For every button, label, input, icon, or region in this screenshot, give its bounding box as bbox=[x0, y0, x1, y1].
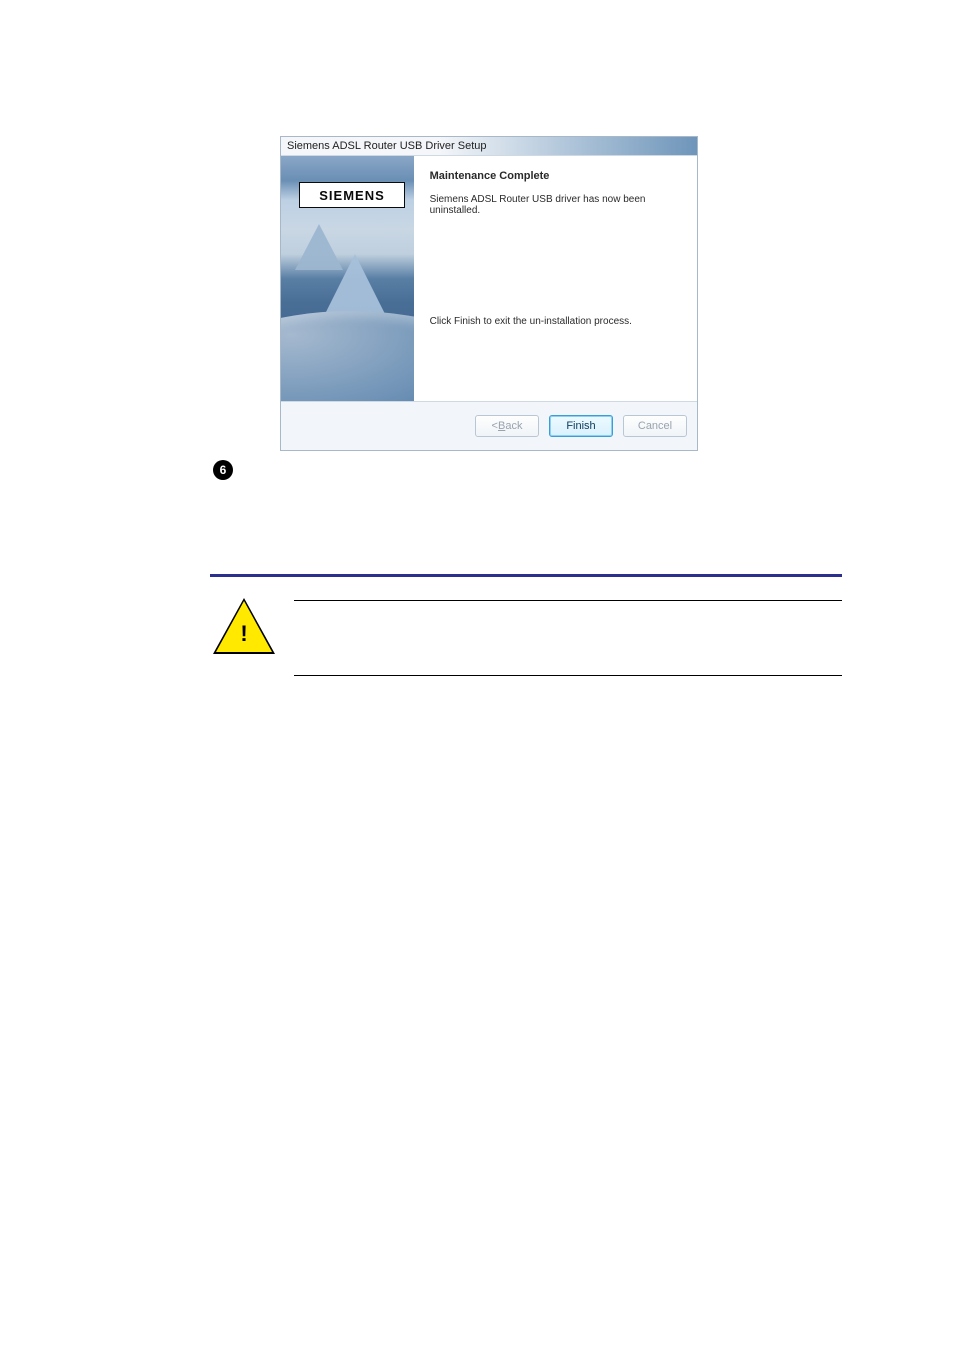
back-button-mnemonic: B bbox=[498, 420, 505, 432]
dialog-body: SIEMENS Maintenance Complete Siemens ADS… bbox=[281, 155, 697, 401]
wizard-heading: Maintenance Complete bbox=[430, 170, 681, 182]
wizard-text-line: Click Finish to exit the un-installation… bbox=[430, 316, 681, 327]
warning-exclamation: ! bbox=[213, 621, 275, 647]
back-button-suffix: ack bbox=[505, 420, 522, 432]
wizard-button-row: < Back Finish Cancel bbox=[281, 401, 697, 450]
warning-rule-bottom bbox=[294, 675, 842, 676]
finish-button[interactable]: Finish bbox=[549, 415, 613, 437]
page: Siemens ADSL Router USB Driver Setup SIE… bbox=[0, 0, 954, 1350]
wizard-text-line: Siemens ADSL Router USB driver has now b… bbox=[430, 194, 681, 216]
step-badge-6: 6 bbox=[213, 460, 233, 480]
wizard-sidebar-graphic: SIEMENS bbox=[281, 156, 414, 401]
section-divider bbox=[210, 574, 842, 577]
swoop-graphic bbox=[281, 311, 414, 401]
wizard-content: Maintenance Complete Siemens ADSL Router… bbox=[414, 156, 697, 401]
warning-rule-top bbox=[294, 600, 842, 601]
siemens-logo: SIEMENS bbox=[299, 182, 405, 208]
triangle-icon bbox=[325, 254, 385, 314]
back-button[interactable]: < Back bbox=[475, 415, 539, 437]
cancel-button[interactable]: Cancel bbox=[623, 415, 687, 437]
warning-icon: ! bbox=[213, 598, 275, 658]
installer-dialog: Siemens ADSL Router USB Driver Setup SIE… bbox=[280, 136, 698, 451]
window-title: Siemens ADSL Router USB Driver Setup bbox=[281, 137, 697, 155]
